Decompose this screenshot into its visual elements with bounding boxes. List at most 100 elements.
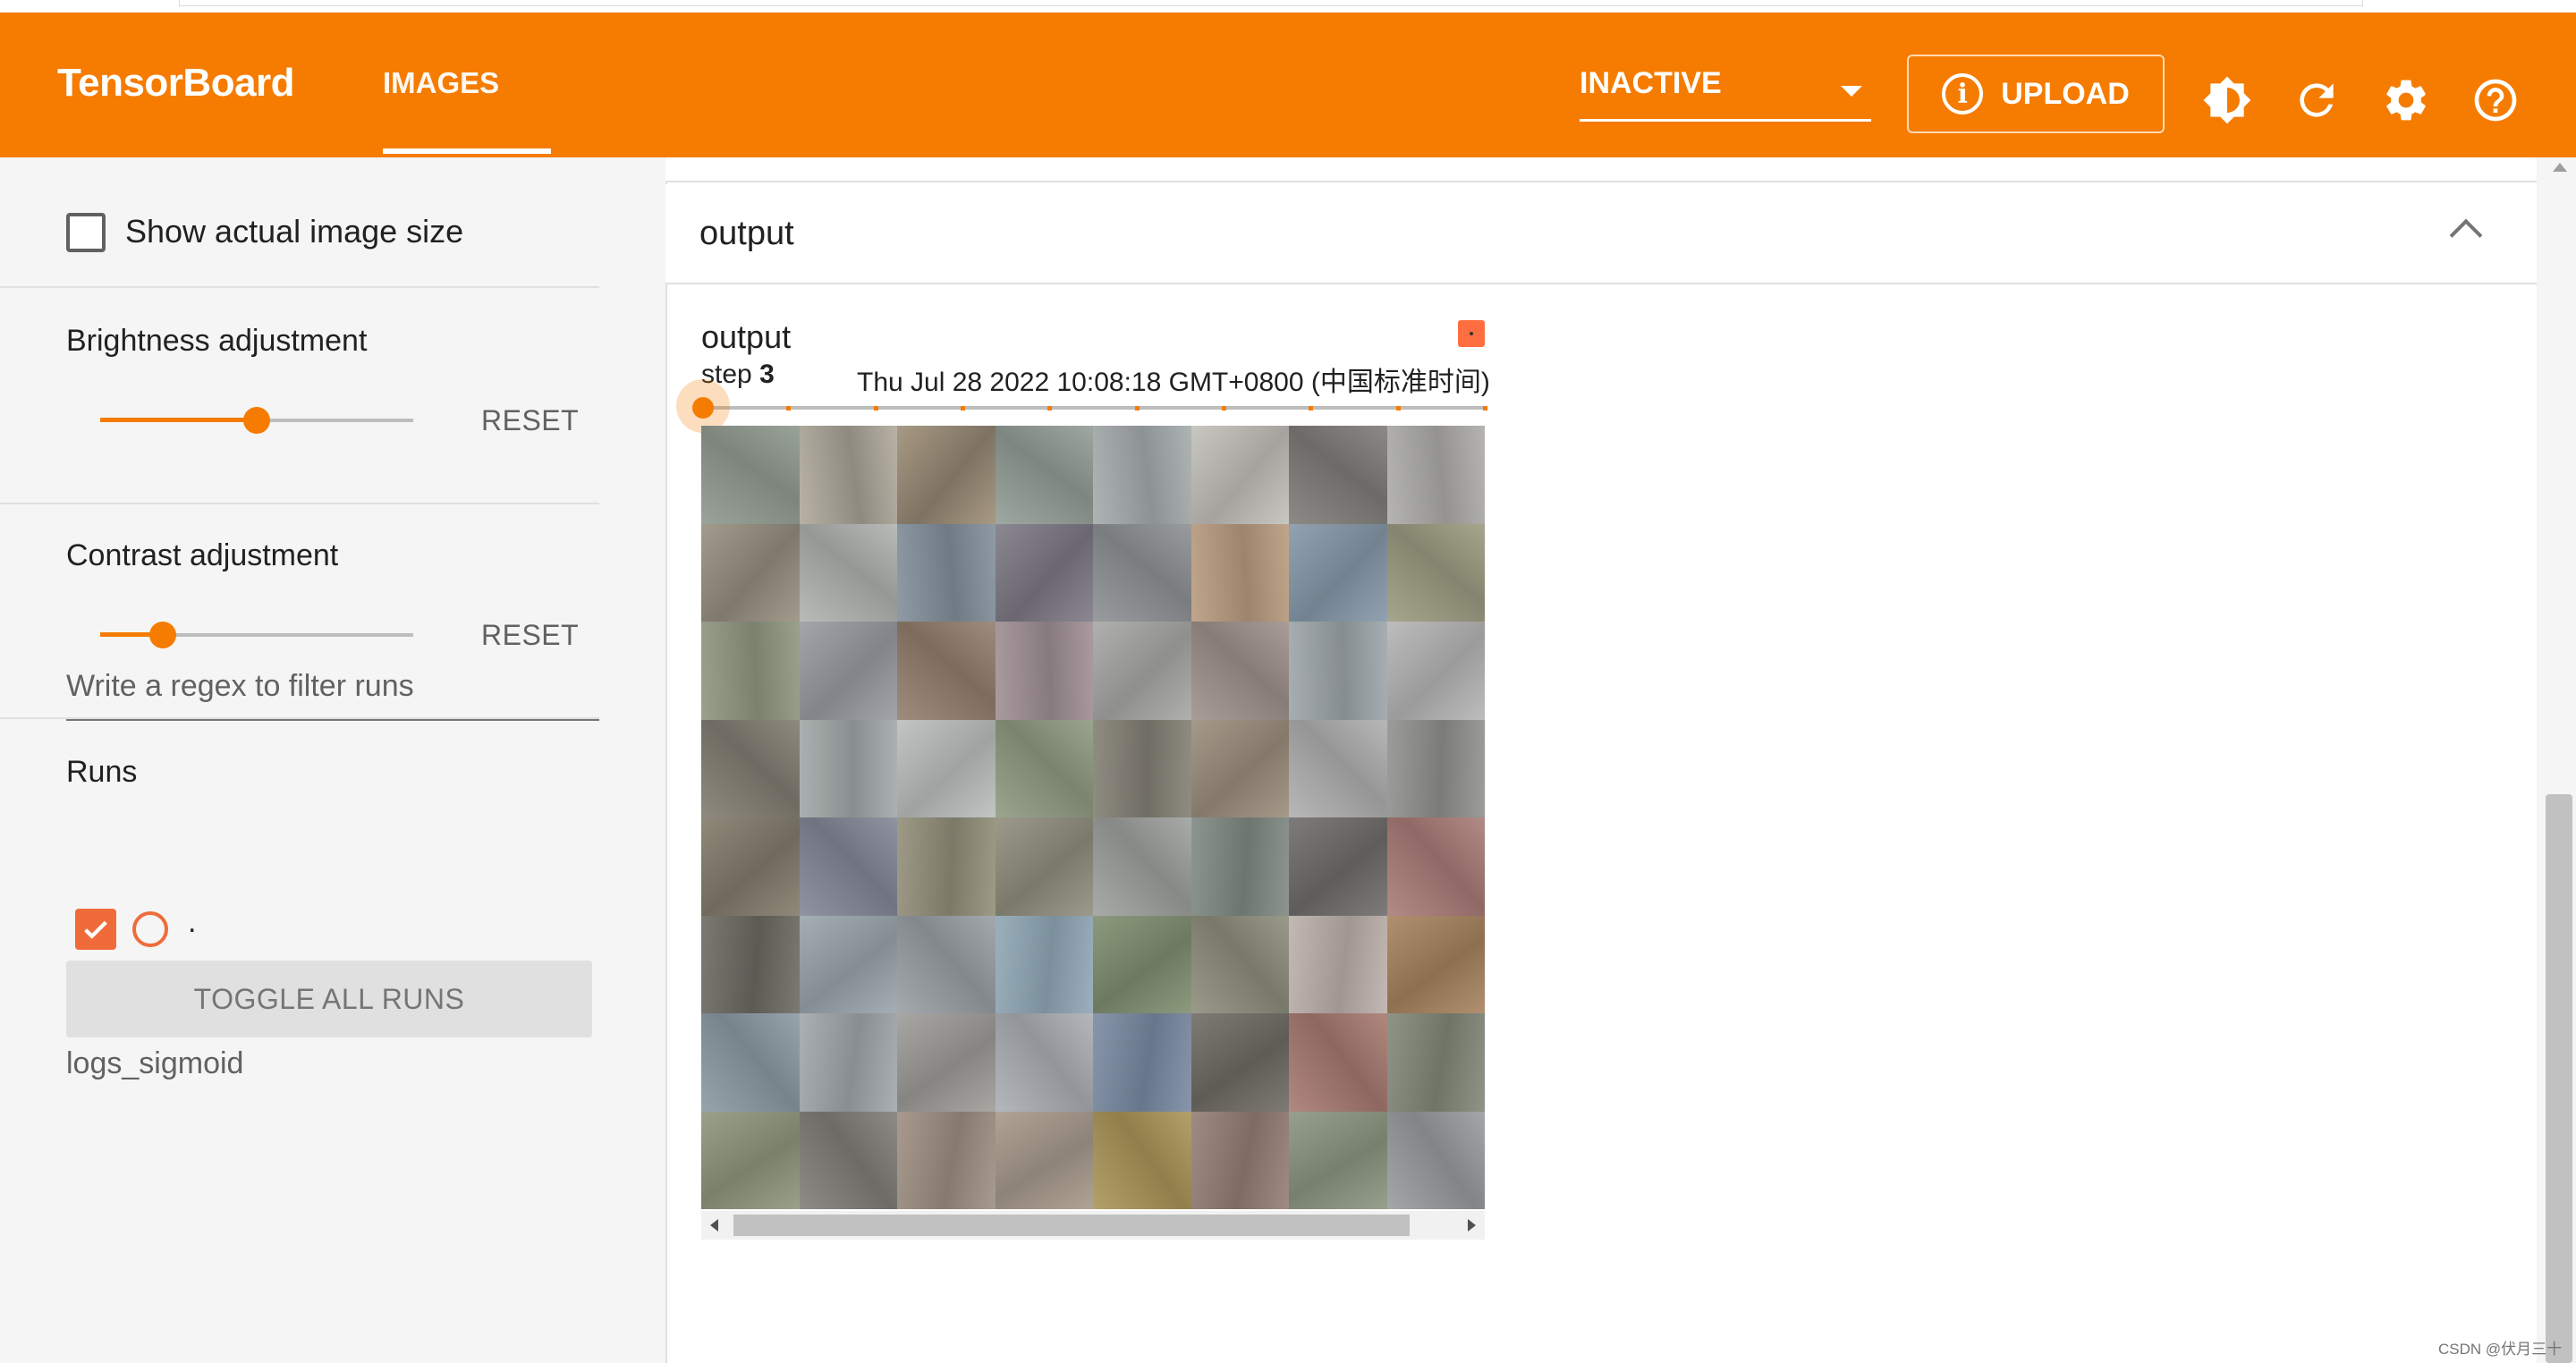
- image-tile: [1386, 523, 1485, 622]
- image-tile: [1191, 1013, 1289, 1112]
- tab-images[interactable]: IMAGES: [383, 66, 499, 100]
- plugin-select-value: INACTIVE: [1580, 66, 1722, 100]
- image-tile: [1191, 426, 1289, 524]
- scroll-up-arrow-icon[interactable]: [2553, 163, 2567, 172]
- run-color-radio[interactable]: [132, 911, 168, 947]
- step-tick: [1483, 406, 1487, 411]
- plugin-select[interactable]: INACTIVE: [1580, 66, 1871, 122]
- image-tile: [995, 523, 1093, 622]
- image-tile: [995, 817, 1093, 916]
- scroll-left-arrow-icon[interactable]: [710, 1219, 718, 1232]
- image-tile: [1386, 622, 1485, 720]
- image-tile: [701, 523, 800, 622]
- image-tile: [1093, 523, 1191, 622]
- image-tile: [1289, 719, 1387, 817]
- step-tick: [1309, 406, 1314, 411]
- image-tile: [995, 622, 1093, 720]
- image-tile: [1289, 915, 1387, 1013]
- show-actual-size-checkbox[interactable]: [66, 213, 106, 252]
- previous-card-edge: [665, 157, 2537, 182]
- step-tick: [786, 406, 792, 411]
- brightness-slider-fill: [100, 418, 257, 422]
- run-label: .: [188, 905, 197, 939]
- tensorboard-app: TensorBoard IMAGES INACTIVE i UPLOAD Sho…: [0, 0, 2576, 1363]
- image-grid[interactable]: [701, 426, 1485, 1209]
- image-tile: [799, 719, 897, 817]
- image-tile: [799, 1111, 897, 1209]
- image-tile: [1289, 622, 1387, 720]
- image-tile: [897, 817, 996, 916]
- image-tile: [1093, 426, 1191, 524]
- image-tile: [799, 817, 897, 916]
- image-tile: [701, 817, 800, 916]
- image-tile: [897, 1013, 996, 1112]
- step-tick: [873, 406, 878, 411]
- image-tile: [1289, 1013, 1387, 1112]
- image-tile: [897, 915, 996, 1013]
- image-tile: [897, 523, 996, 622]
- image-tile: [1093, 817, 1191, 916]
- image-tile: [1191, 1111, 1289, 1209]
- image-tile: [897, 426, 996, 524]
- image-tile: [799, 1013, 897, 1112]
- image-tile: [1191, 523, 1289, 622]
- image-tile: [995, 426, 1093, 524]
- image-tile: [1386, 1111, 1485, 1209]
- image-tile: [1386, 719, 1485, 817]
- image-tile: [1093, 622, 1191, 720]
- step-value: 3: [759, 360, 775, 389]
- image-tile: [1093, 1013, 1191, 1112]
- image-tile: [799, 622, 897, 720]
- run-name: logs_sigmoid: [66, 1046, 244, 1080]
- active-tab-indicator: [383, 148, 551, 154]
- image-tile: [1386, 1013, 1485, 1112]
- image-tile: [1386, 426, 1485, 524]
- image-tile: [995, 719, 1093, 817]
- image-tile: [1191, 817, 1289, 916]
- card-header-output[interactable]: output: [665, 184, 2537, 284]
- brightness-slider-thumb[interactable]: [243, 407, 270, 434]
- run-checkbox[interactable]: [75, 909, 116, 950]
- toggle-all-runs-button[interactable]: TOGGLE ALL RUNS: [66, 961, 592, 1037]
- image-tile: [995, 1013, 1093, 1112]
- image-tile: [1289, 817, 1387, 916]
- help-icon[interactable]: [2470, 75, 2521, 125]
- runs-heading: Runs: [66, 755, 138, 789]
- contrast-label: Contrast adjustment: [66, 538, 339, 572]
- image-card-title: output: [701, 318, 792, 355]
- chevron-up-icon[interactable]: [2449, 218, 2483, 252]
- image-tile: [701, 719, 800, 817]
- dropdown-caret-icon: [1841, 86, 1862, 97]
- image-tile: [897, 622, 996, 720]
- brand-logo[interactable]: TensorBoard: [57, 61, 295, 106]
- step-slider-thumb[interactable]: [692, 397, 714, 419]
- page-scrollbar-thumb[interactable]: [2546, 794, 2572, 1363]
- contrast-reset-button[interactable]: RESET: [481, 619, 579, 652]
- image-tile: [995, 1111, 1093, 1209]
- check-icon: [84, 920, 107, 939]
- image-tile: [1191, 915, 1289, 1013]
- browser-strip: [0, 0, 2576, 13]
- scroll-right-arrow-icon[interactable]: [1468, 1219, 1476, 1232]
- image-scrollbar-thumb[interactable]: [733, 1215, 1410, 1236]
- image-tile: [1386, 915, 1485, 1013]
- step-slider-track: [701, 406, 1485, 410]
- runs-filter-input[interactable]: Write a regex to filter runs: [66, 664, 599, 721]
- image-horizontal-scrollbar[interactable]: [701, 1211, 1485, 1240]
- upload-label: UPLOAD: [2001, 76, 2130, 111]
- brightness-reset-button[interactable]: RESET: [481, 404, 579, 437]
- settings-icon[interactable]: [2381, 75, 2431, 125]
- step-tick: [1134, 406, 1140, 411]
- theme-toggle-icon[interactable]: [2202, 75, 2252, 125]
- image-tile: [1093, 915, 1191, 1013]
- image-tile: [701, 622, 800, 720]
- watermark: CSDN @伏月三十: [2438, 1341, 2563, 1358]
- refresh-icon[interactable]: [2292, 75, 2342, 125]
- pin-icon[interactable]: [1458, 320, 1485, 347]
- image-tile: [701, 1111, 800, 1209]
- image-timestamp: Thu Jul 28 2022 10:08:18 GMT+0800 (中国标准时…: [857, 368, 1490, 397]
- card-title: output: [699, 215, 794, 252]
- image-tile: [701, 1013, 800, 1112]
- upload-button[interactable]: i UPLOAD: [1907, 55, 2165, 133]
- contrast-slider-thumb[interactable]: [149, 622, 176, 648]
